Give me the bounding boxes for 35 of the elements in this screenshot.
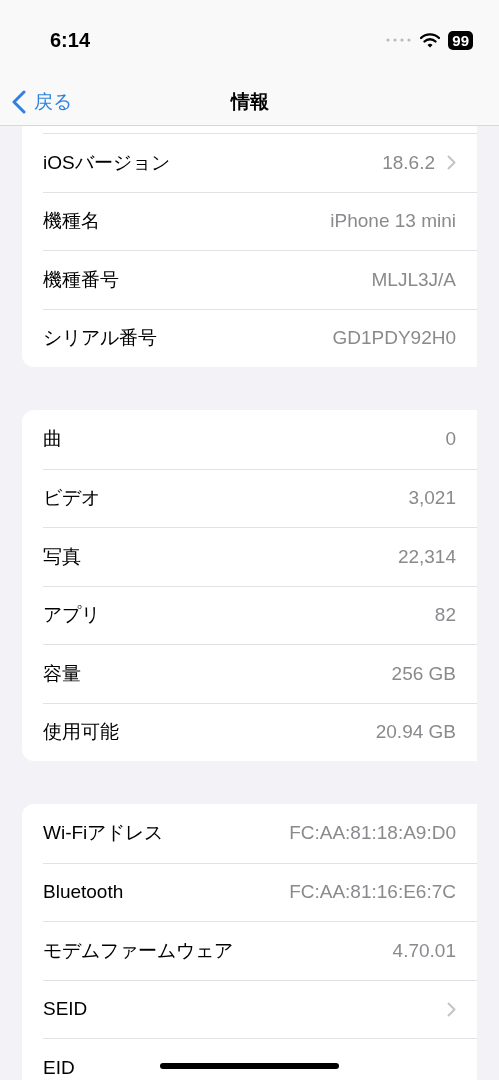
row-label: iOSバージョン: [43, 150, 170, 175]
row-value: 20.94 GB: [375, 720, 456, 744]
row-label: ビデオ: [43, 486, 100, 510]
row-label: モデムファームウェア: [43, 938, 233, 963]
wifi-icon: [420, 32, 441, 48]
row-label: EID: [43, 1055, 75, 1080]
row-value: FC:AA:81:18:A9:D0: [289, 821, 456, 845]
row-value: 3,021: [408, 486, 456, 510]
row-label: 機種名: [43, 209, 100, 233]
row-value: 82: [434, 603, 456, 627]
row-label: 写真: [43, 544, 81, 569]
row-label: 曲: [43, 427, 62, 451]
signal-icon: [386, 38, 413, 42]
row-value: MLJL3J/A: [371, 267, 456, 292]
row-label: 容量: [43, 661, 81, 686]
row-value: 18.6.2: [382, 150, 435, 175]
status-time: 6:14: [50, 28, 91, 53]
row-label: Bluetooth: [43, 880, 124, 904]
row-label: 機種番号: [43, 267, 119, 292]
nav-title: 情報: [230, 90, 269, 115]
row-value: 0: [445, 427, 456, 451]
battery-level: 99: [448, 30, 473, 50]
row-label: アプリ: [43, 603, 100, 627]
row-value: 4.70.01: [392, 938, 456, 963]
row-value: 256 GB: [391, 661, 456, 686]
row-value: GD1PDY92H0: [332, 326, 456, 350]
row-label: 使用可能: [43, 720, 119, 744]
row-value: iPhone 13 mini: [330, 209, 456, 233]
back-button[interactable]: 戻る: [12, 88, 72, 117]
row-label: SEID: [43, 997, 88, 1021]
row-value: FC:AA:81:16:E6:7C: [289, 880, 456, 904]
row-value: 22,314: [397, 544, 456, 569]
row-label: シリアル番号: [43, 326, 157, 350]
row-label: Wi-Fiアドレス: [43, 821, 164, 845]
chevron-left-icon: [12, 90, 26, 115]
